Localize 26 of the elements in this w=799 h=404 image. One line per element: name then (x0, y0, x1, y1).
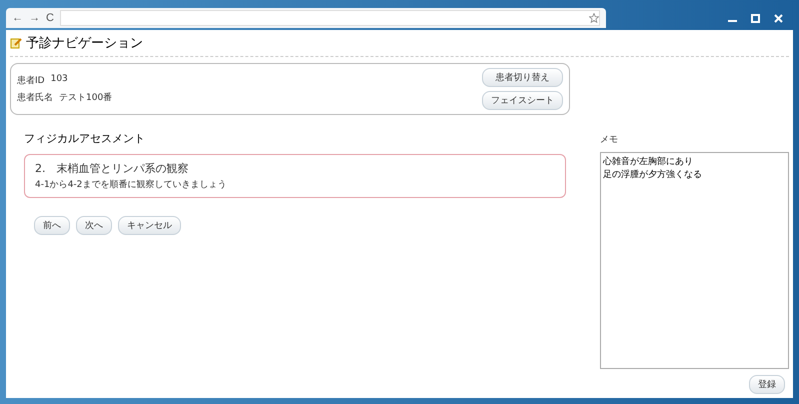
nav-step-button[interactable]: 前へ (34, 216, 70, 235)
memo-field[interactable]: 心雑音が左胸部にあり 足の浮腫が夕方強くなる (600, 152, 789, 369)
close-icon[interactable] (774, 14, 783, 22)
url-field[interactable] (60, 10, 600, 26)
register-button[interactable]: 登録 (749, 375, 785, 394)
notepad-icon (10, 37, 22, 49)
memo-label: メモ (600, 134, 619, 146)
nav-step-button[interactable]: 次へ (76, 216, 112, 235)
nav-button[interactable]: → (29, 12, 40, 24)
id-label: 患者ID (17, 74, 45, 87)
step-title: 2. 末梢血管とリンパ系の観察 (35, 161, 190, 176)
maximize-icon[interactable] (751, 14, 760, 22)
nav-button[interactable]: ← (12, 12, 23, 24)
id-value: 103 (50, 74, 68, 86)
name-label: 患者氏名 (17, 92, 53, 104)
patient-button[interactable]: 患者切り替え (482, 68, 563, 87)
star-icon[interactable] (589, 13, 599, 23)
step-instruction: 4-1から4-2までを順番に観察していきましょう (35, 178, 228, 191)
section-heading: フィジカルアセスメント (24, 131, 146, 146)
nav-step-button[interactable]: キャンセル (118, 216, 181, 235)
memo-line: 足の浮腫が夕方強くなる (603, 168, 702, 181)
patient-button[interactable]: フェイスシート (482, 91, 563, 110)
name-value: テスト100番 (59, 92, 112, 104)
nav-button[interactable]: C (46, 12, 54, 24)
memo-line: 心雑音が左胸部にあり (603, 156, 693, 168)
app-title: 予診ナビゲーション (26, 35, 143, 52)
